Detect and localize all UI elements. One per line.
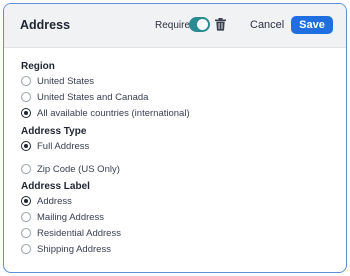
radio-button[interactable] (21, 212, 31, 222)
option-label: Address (37, 195, 72, 207)
region-option-united-states[interactable]: United States (21, 75, 94, 87)
region-option-international[interactable]: All available countries (international) (21, 107, 190, 119)
radio-button-selected[interactable] (21, 141, 31, 151)
save-button[interactable]: Save (291, 16, 333, 34)
trash-icon[interactable] (215, 18, 226, 31)
option-label: Zip Code (US Only) (37, 163, 120, 175)
address-label-option-address[interactable]: Address (21, 195, 72, 207)
option-label: Mailing Address (37, 211, 105, 223)
option-label: United States (37, 75, 95, 87)
toggle-knob (197, 19, 208, 30)
address-type-heading: Address Type (21, 126, 87, 137)
address-type-option-full[interactable]: Full Address (21, 140, 89, 152)
option-label: Shipping Address (37, 243, 111, 255)
address-field-card: Address Required Cancel Save Region Unit… (3, 3, 347, 273)
option-label: Full Address (37, 140, 90, 152)
radio-button-selected[interactable] (21, 108, 31, 118)
address-label-option-mailing[interactable]: Mailing Address (21, 211, 104, 223)
radio-button[interactable] (21, 244, 31, 254)
radio-button[interactable] (21, 92, 31, 102)
card-header: Address Required Cancel Save (4, 4, 346, 48)
address-label-option-residential[interactable]: Residential Address (21, 227, 121, 239)
option-label: United States and Canada (37, 91, 149, 103)
region-heading: Region (21, 61, 55, 72)
address-label-heading: Address Label (21, 181, 90, 192)
radio-button-selected[interactable] (21, 196, 31, 206)
radio-button[interactable] (21, 228, 31, 238)
region-option-us-and-canada[interactable]: United States and Canada (21, 91, 148, 103)
card-title: Address (20, 18, 71, 32)
required-toggle[interactable] (189, 17, 210, 32)
radio-button[interactable] (21, 164, 31, 174)
address-type-option-zip[interactable]: Zip Code (US Only) (21, 163, 120, 175)
option-label: Residential Address (37, 227, 121, 239)
cancel-button[interactable]: Cancel (250, 19, 284, 31)
option-label: All available countries (international) (37, 107, 190, 119)
address-label-option-shipping[interactable]: Shipping Address (21, 243, 111, 255)
radio-button[interactable] (21, 76, 31, 86)
